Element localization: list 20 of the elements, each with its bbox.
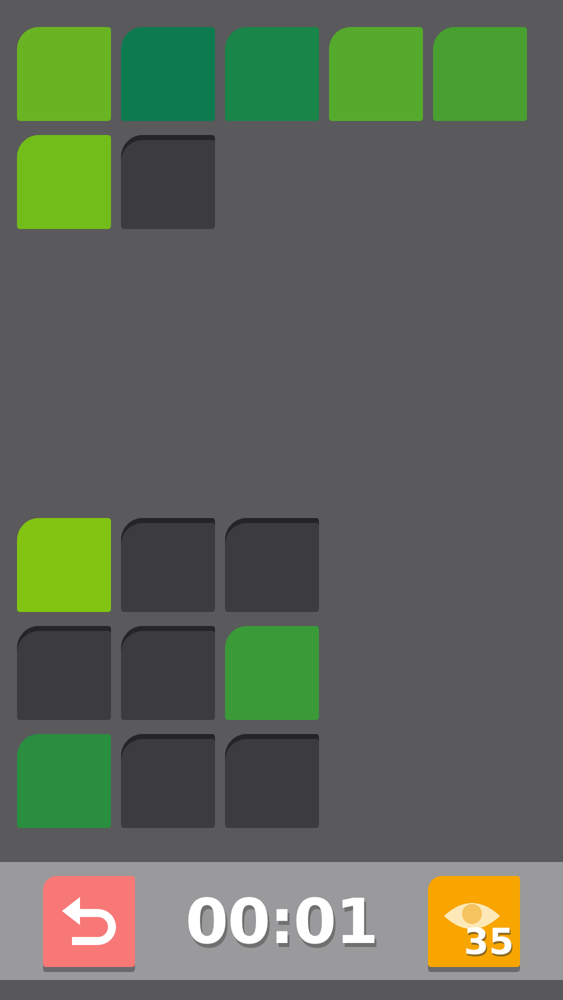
- empty-slot[interactable]: [121, 518, 215, 612]
- timer: 00:01: [185, 884, 378, 958]
- color-tile[interactable]: [225, 626, 319, 720]
- empty-slot[interactable]: [121, 734, 215, 828]
- empty-slot[interactable]: [121, 626, 215, 720]
- hint-count: 35: [464, 922, 514, 962]
- color-tile[interactable]: [225, 27, 319, 121]
- empty-slot[interactable]: [121, 135, 215, 229]
- color-tile[interactable]: [329, 27, 423, 121]
- empty-slot[interactable]: [17, 626, 111, 720]
- empty-slot[interactable]: [225, 518, 319, 612]
- color-tile[interactable]: [121, 27, 215, 121]
- empty-slot[interactable]: [225, 734, 319, 828]
- color-tile[interactable]: [17, 135, 111, 229]
- color-tile[interactable]: [17, 734, 111, 828]
- undo-button[interactable]: [43, 876, 135, 966]
- color-tile[interactable]: [17, 27, 111, 121]
- color-tile[interactable]: [433, 27, 527, 121]
- color-tile[interactable]: [17, 518, 111, 612]
- hint-button[interactable]: 35: [428, 876, 520, 966]
